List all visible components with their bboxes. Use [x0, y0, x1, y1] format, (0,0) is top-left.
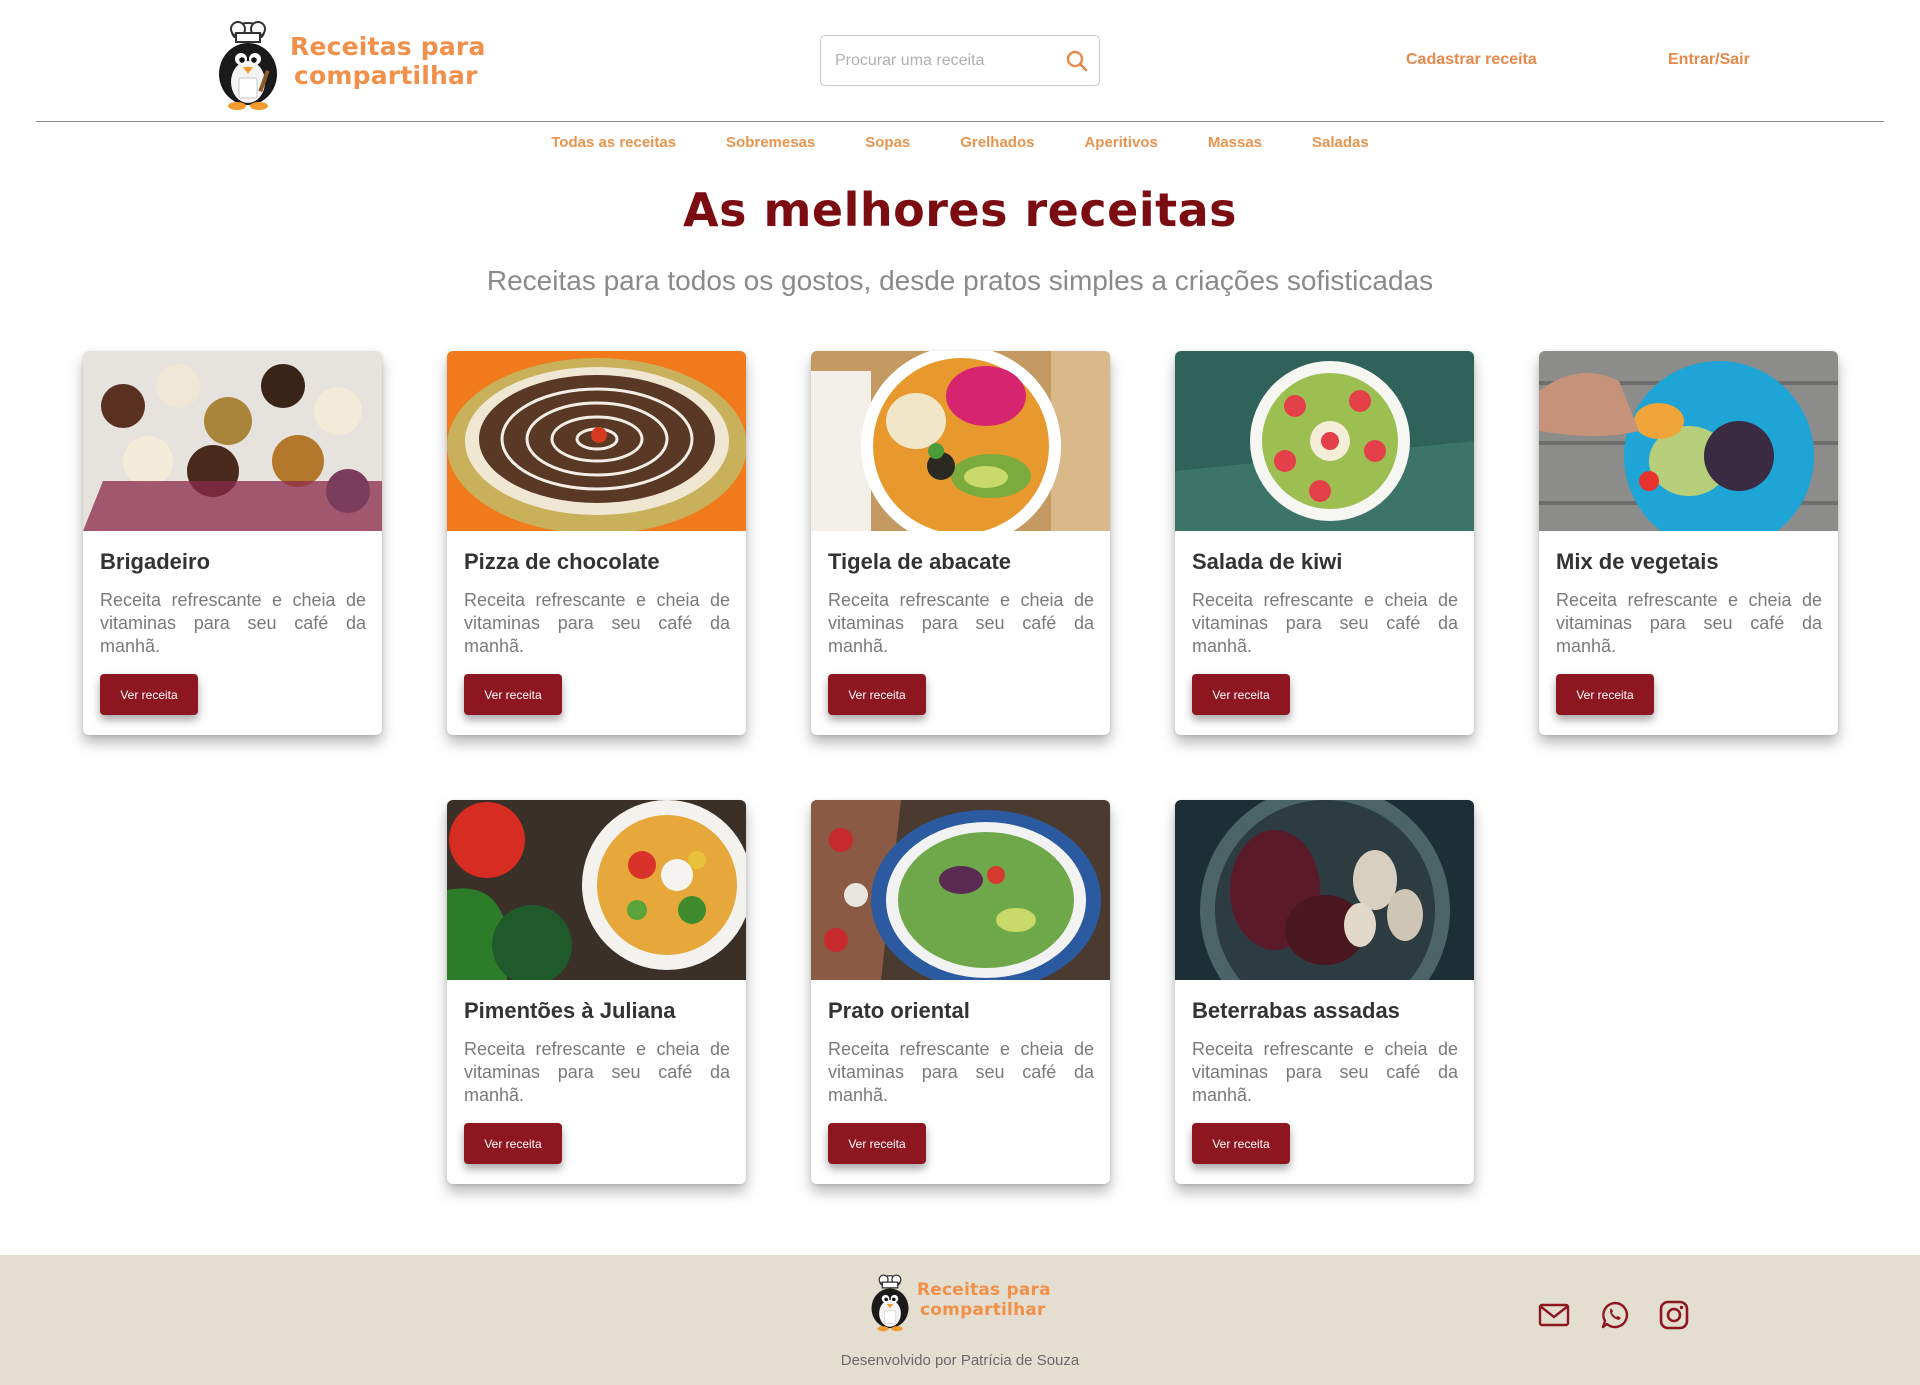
recipe-card: Mix de vegetais Receita refrescante e ch… [1539, 351, 1838, 735]
footer-brand-line-2: compartilhar [920, 1300, 1046, 1320]
recipe-description: Receita refrescante e cheia de vitaminas… [828, 1039, 1094, 1105]
penguin-chef-icon [871, 1274, 909, 1332]
view-recipe-button[interactable]: Ver receita [100, 674, 198, 715]
recipe-image-julienne-peppers [447, 800, 746, 980]
recipe-card: Pizza de chocolate Receita refrescante e… [447, 351, 746, 735]
brand-line-1: Receitas para [290, 32, 486, 61]
brand-logo[interactable]: Receitas para compartilhar [212, 12, 486, 110]
recipe-card: Beterrabas assadas Receita refrescante e… [1175, 800, 1474, 1184]
site-header: Receitas para compartilhar Cadastrar rec… [0, 0, 1920, 122]
recipe-title: Pizza de chocolate [464, 549, 660, 574]
login-logout-link[interactable]: Entrar/Sair [1668, 51, 1750, 69]
recipe-title: Pimentões à Juliana [464, 998, 676, 1023]
view-recipe-button[interactable]: Ver receita [1192, 1123, 1290, 1164]
category-salads[interactable]: Saladas [1312, 134, 1369, 151]
recipe-description: Receita refrescante e cheia de vitaminas… [100, 590, 366, 656]
recipe-image-oriental-dish [811, 800, 1110, 980]
category-all[interactable]: Todas as receitas [551, 134, 676, 151]
category-soups[interactable]: Sopas [865, 134, 910, 151]
search-input[interactable] [821, 36, 1055, 85]
category-menu: Todas as receitas Sobremesas Sopas Grelh… [0, 134, 1920, 151]
recipe-title: Tigela de abacate [828, 549, 1012, 574]
recipe-card: Salada de kiwi Receita refrescante e che… [1175, 351, 1474, 735]
brand-wordmark: Receitas para compartilhar [290, 32, 486, 90]
footer-credit: Desenvolvido por Patrícia de Souza [840, 1352, 1080, 1369]
recipe-card: Brigadeiro Receita refrescante e cheia d… [83, 351, 382, 735]
view-recipe-button[interactable]: Ver receita [828, 674, 926, 715]
view-recipe-button[interactable]: Ver receita [1192, 674, 1290, 715]
instagram-link[interactable] [1657, 1298, 1691, 1332]
penguin-chef-icon [219, 21, 277, 110]
category-grilled[interactable]: Grelhados [960, 134, 1034, 151]
email-link[interactable] [1537, 1298, 1571, 1332]
search-button[interactable] [1055, 36, 1099, 85]
register-recipe-link[interactable]: Cadastrar receita [1406, 51, 1537, 69]
recipe-title: Prato oriental [828, 998, 970, 1023]
category-appetizers[interactable]: Aperitivos [1084, 134, 1157, 151]
recipe-title: Salada de kiwi [1192, 549, 1343, 574]
recipe-image-avocado-bowl [811, 351, 1110, 531]
category-pasta[interactable]: Massas [1208, 134, 1262, 151]
mail-icon [1538, 1303, 1570, 1327]
whatsapp-link[interactable] [1598, 1298, 1632, 1332]
category-desserts[interactable]: Sobremesas [726, 134, 815, 151]
footer-brand-line-1: Receitas para [917, 1280, 1051, 1300]
whatsapp-icon [1601, 1301, 1629, 1329]
recipe-description: Receita refrescante e cheia de vitaminas… [1556, 590, 1822, 656]
recipe-description: Receita refrescante e cheia de vitaminas… [828, 590, 1094, 656]
search-box [820, 35, 1100, 86]
page-subtitle: Receitas para todos os gostos, desde pra… [486, 265, 1434, 296]
brand-line-2: compartilhar [294, 61, 478, 90]
recipe-card: Prato oriental Receita refrescante e che… [811, 800, 1110, 1184]
footer-wordmark: Receitas para compartilhar [917, 1280, 1051, 1320]
recipe-card: Tigela de abacate Receita refrescante e … [811, 351, 1110, 735]
search-icon [1066, 50, 1088, 71]
view-recipe-button[interactable]: Ver receita [464, 1123, 562, 1164]
recipe-image-kiwi-salad [1175, 351, 1474, 531]
site-footer: Receitas para compartilhar Desenvolvido [0, 1255, 1920, 1385]
recipe-description: Receita refrescante e cheia de vitaminas… [464, 1039, 730, 1105]
recipe-image-brigadeiro [83, 351, 382, 531]
page-title: As melhores receitas [682, 183, 1238, 237]
view-recipe-button[interactable]: Ver receita [828, 1123, 926, 1164]
recipe-description: Receita refrescante e cheia de vitaminas… [1192, 590, 1458, 656]
instagram-icon [1659, 1300, 1689, 1330]
recipe-image-chocolate-pizza [447, 351, 746, 531]
recipe-description: Receita refrescante e cheia de vitaminas… [1192, 1039, 1458, 1105]
recipe-title: Mix de vegetais [1556, 549, 1719, 574]
footer-logo[interactable]: Receitas para compartilhar [867, 1267, 1051, 1333]
recipe-title: Beterrabas assadas [1192, 998, 1400, 1023]
view-recipe-button[interactable]: Ver receita [464, 674, 562, 715]
page: Receitas para compartilhar Cadastrar rec… [0, 0, 1920, 1385]
recipe-description: Receita refrescante e cheia de vitaminas… [464, 590, 730, 656]
header-divider [36, 121, 1884, 122]
recipe-title: Brigadeiro [100, 549, 211, 574]
recipe-image-vegetable-mix [1539, 351, 1838, 531]
recipe-card: Pimentões à Juliana Receita refrescante … [447, 800, 746, 1184]
view-recipe-button[interactable]: Ver receita [1556, 674, 1654, 715]
recipe-image-roasted-beets [1175, 800, 1474, 980]
